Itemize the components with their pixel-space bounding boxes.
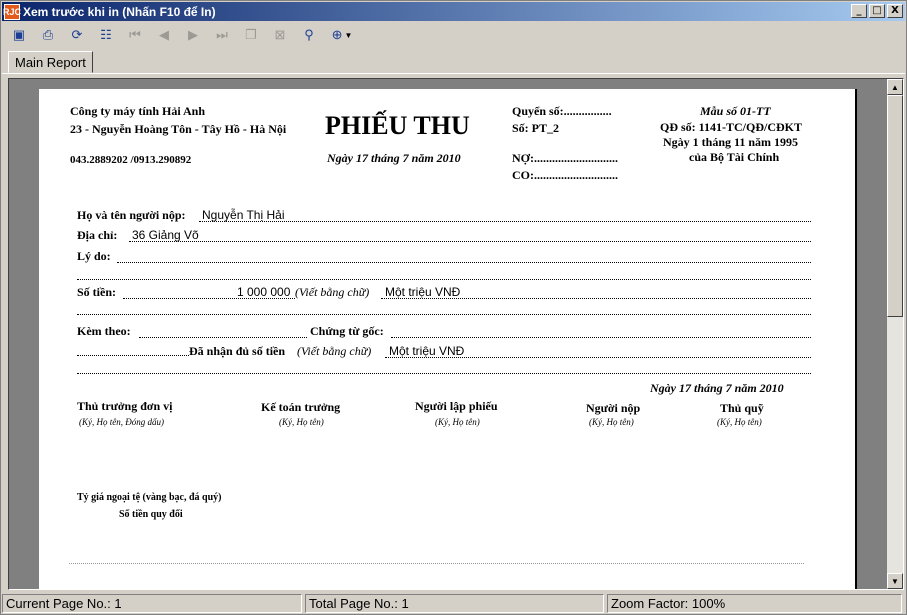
scroll-down-icon[interactable]: ▼ bbox=[887, 573, 903, 589]
sign-date: Ngày 17 tháng 7 năm 2010 bbox=[650, 381, 784, 395]
decision-date: Ngày 1 tháng 11 năm 1995 bbox=[663, 135, 799, 149]
address-line bbox=[129, 241, 811, 242]
zoom-icon[interactable]: ⊕ ▼ bbox=[327, 24, 357, 46]
amount-words-line bbox=[381, 298, 811, 299]
scroll-thumb[interactable] bbox=[887, 95, 903, 317]
signature-note-cashier: (Ký, Họ tên) bbox=[717, 417, 762, 427]
payer-label: Họ và tên người nộp: bbox=[77, 208, 186, 222]
first-page-icon[interactable]: ⏮ bbox=[124, 24, 146, 46]
chevron-down-icon: ▼ bbox=[344, 30, 353, 40]
original-docs-line bbox=[391, 337, 811, 338]
attached-line bbox=[139, 337, 307, 338]
minimize-button[interactable]: _ bbox=[851, 4, 867, 18]
current-page-status: Current Page No.: 1 bbox=[2, 594, 302, 613]
reason-line-2 bbox=[77, 279, 811, 280]
print-preview-window: RJC Xem trước khi in (Nhấn F10 để In) _ … bbox=[0, 0, 907, 615]
signature-note-payer: (Ký, Họ tên) bbox=[589, 417, 634, 427]
copy-icon[interactable]: ❐ bbox=[240, 24, 262, 46]
company-name: Công ty máy tính Hải Anh bbox=[70, 104, 206, 118]
document-date: Ngày 17 tháng 7 năm 2010 bbox=[327, 151, 461, 165]
signature-note-preparer: (Ký, Họ tên) bbox=[435, 417, 480, 427]
book-number: Quyển số:................ bbox=[512, 104, 612, 118]
zoom-status: Zoom Factor: 100% bbox=[607, 594, 902, 613]
signature-role-director: Thủ trưởng đơn vị bbox=[77, 399, 173, 413]
tree-icon[interactable]: ☷ bbox=[95, 24, 117, 46]
signature-role-chief-accountant: Kế toán trưởng bbox=[261, 400, 341, 414]
issuer: của Bộ Tài Chính bbox=[689, 150, 780, 164]
signature-role-cashier: Thủ quỹ bbox=[720, 401, 764, 415]
status-bar: Current Page No.: 1 Total Page No.: 1 Zo… bbox=[2, 594, 905, 613]
maximize-button[interactable]: □ bbox=[869, 4, 885, 18]
in-words-label: (Viết bằng chữ) bbox=[295, 285, 370, 299]
amount-line-2 bbox=[77, 314, 811, 315]
page-title: PHIẾU THU bbox=[325, 111, 470, 140]
close-button[interactable]: X bbox=[887, 4, 903, 18]
signature-note-chief-accountant: (Ký, Họ tên) bbox=[279, 417, 324, 427]
received-line-2 bbox=[77, 373, 811, 374]
company-address: 23 - Nguyễn Hoàng Tôn - Tây Hồ - Hà Nội bbox=[70, 122, 287, 136]
footer-line bbox=[69, 563, 804, 564]
cancel-icon[interactable]: ⊠ bbox=[269, 24, 291, 46]
attached-label: Kèm theo: bbox=[77, 324, 131, 338]
window-title: Xem trước khi in (Nhấn F10 để In) bbox=[23, 4, 216, 19]
last-page-icon[interactable]: ⏭ bbox=[211, 24, 233, 46]
amount-label: Số tiền: bbox=[77, 285, 116, 299]
payer-value: Nguyễn Thị Hải bbox=[202, 208, 285, 222]
converted-amount-label: Số tiền quy đổi bbox=[119, 509, 183, 520]
received-label: Đã nhận đủ số tiền bbox=[189, 344, 286, 358]
amount-value: 1 000 000 bbox=[237, 285, 291, 299]
app-icon: RJC bbox=[3, 3, 21, 20]
vertical-scrollbar[interactable]: ▲ ▼ bbox=[887, 79, 903, 589]
voucher-number: Số: PT_2 bbox=[512, 121, 560, 135]
refresh-icon[interactable]: ⟳ bbox=[66, 24, 88, 46]
address-label: Địa chỉ: bbox=[77, 228, 118, 242]
debit-account: NỢ:............................ bbox=[512, 151, 618, 165]
decision-number: QĐ số: 1141-TC/QĐ/CĐKT bbox=[660, 120, 803, 134]
credit-account: CO:............................ bbox=[512, 168, 618, 182]
received-in-words-label: (Viết bằng chữ) bbox=[297, 344, 372, 358]
exchange-rate-label: Tỷ giá ngoại tệ (vàng bạc, đá quý) bbox=[77, 492, 222, 503]
received-words: Một triệu VNĐ bbox=[389, 344, 465, 358]
signature-role-preparer: Người lập phiếu bbox=[415, 399, 498, 413]
next-page-icon[interactable]: ▶ bbox=[182, 24, 204, 46]
company-phone: 043.2889202 /0913.290892 bbox=[70, 154, 192, 166]
report-viewport: Công ty máy tính Hải Anh 23 - Nguyễn Hoà… bbox=[8, 78, 904, 590]
received-words-line bbox=[385, 357, 811, 358]
title-bar: RJC Xem trước khi in (Nhấn F10 để In) _ … bbox=[2, 2, 905, 21]
address-value: 36 Giảng Võ bbox=[132, 228, 199, 242]
received-line-left bbox=[77, 355, 189, 356]
tab-main-report[interactable]: Main Report bbox=[8, 51, 93, 73]
form-number: Mẫu số 01-TT bbox=[700, 104, 771, 118]
tab-strip: Main Report bbox=[2, 49, 905, 74]
scroll-up-icon[interactable]: ▲ bbox=[887, 79, 903, 95]
find-icon[interactable]: ⚲ bbox=[298, 24, 320, 46]
original-docs-label: Chứng từ gốc: bbox=[310, 324, 384, 338]
signature-note-director: (Ký, Họ tên, Đóng dấu) bbox=[79, 417, 164, 427]
signature-role-payer: Người nộp bbox=[586, 401, 641, 415]
reason-line bbox=[117, 262, 811, 263]
toolbar: ▣ ⎙ ⟳ ☷ ⏮ ◀ ▶ ⏭ ❐ ⊠ ⚲ ⊕ ▼ bbox=[2, 22, 905, 48]
print-icon[interactable]: ⎙ bbox=[37, 24, 59, 46]
reason-label: Lý do: bbox=[77, 249, 111, 263]
total-page-status: Total Page No.: 1 bbox=[305, 594, 604, 613]
prev-page-icon[interactable]: ◀ bbox=[153, 24, 175, 46]
payer-line bbox=[199, 221, 811, 222]
amount-words: Một triệu VNĐ bbox=[385, 285, 461, 299]
report-page: Công ty máy tính Hải Anh 23 - Nguyễn Hoà… bbox=[39, 89, 857, 589]
export-icon[interactable]: ▣ bbox=[8, 24, 30, 46]
